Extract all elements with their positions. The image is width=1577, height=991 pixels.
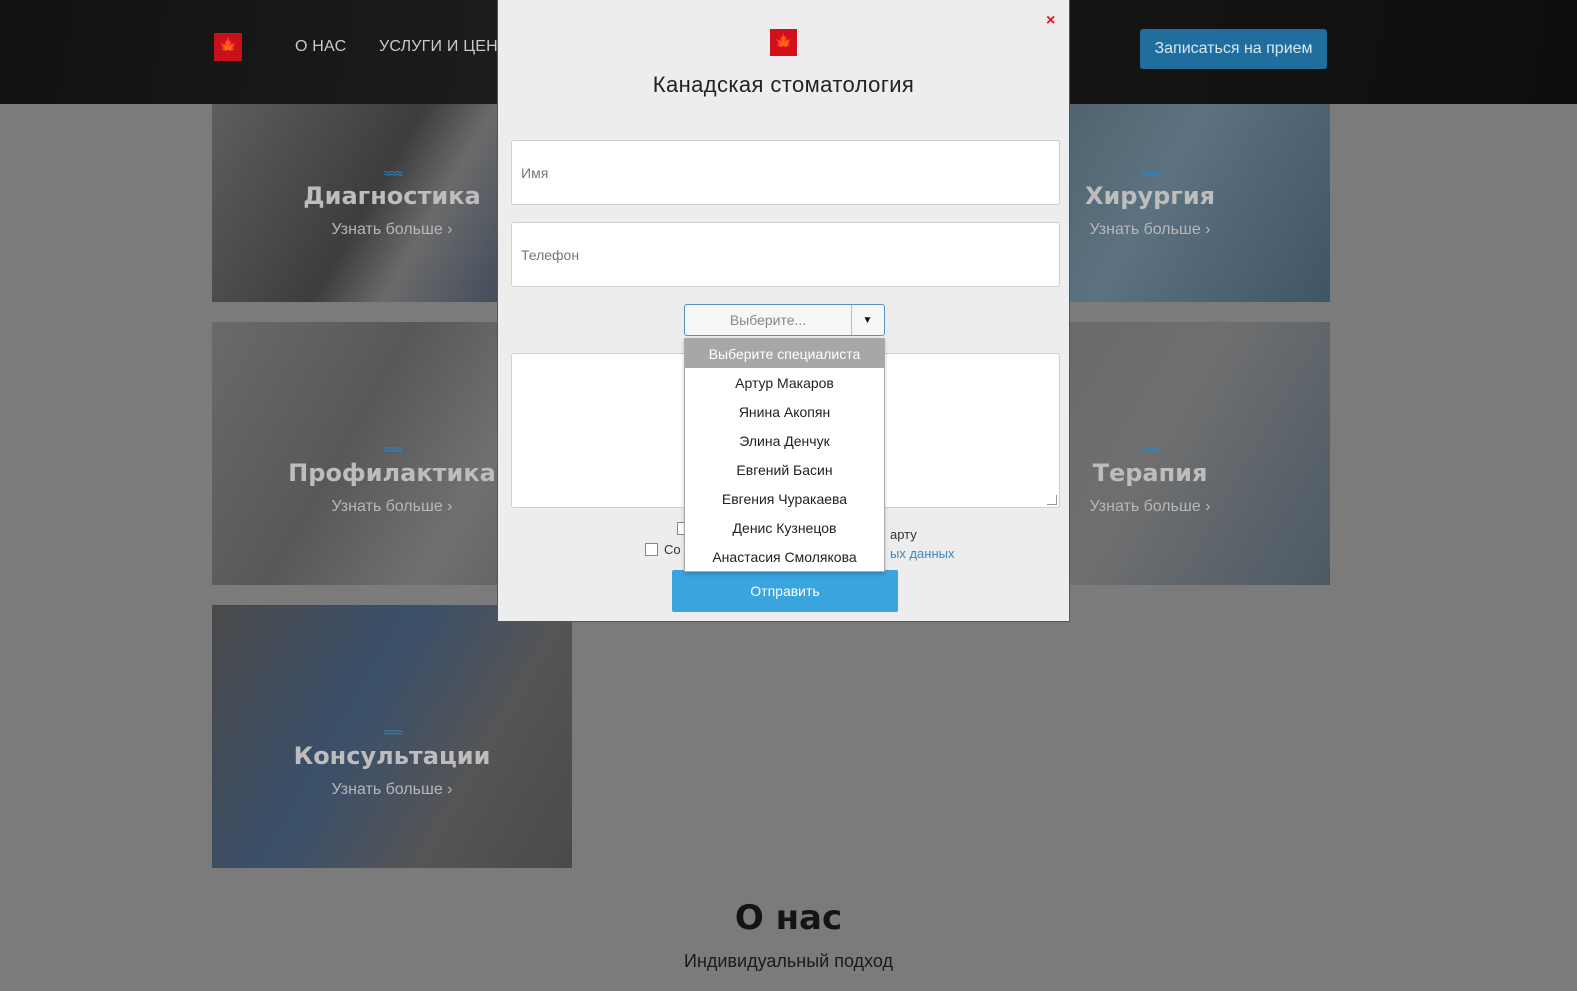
personal-data-link[interactable]: ых данных xyxy=(890,546,954,561)
phone-input[interactable]: Телефон xyxy=(511,222,1060,287)
name-placeholder: Имя xyxy=(521,164,549,181)
tile-title: Консультации xyxy=(293,742,491,770)
consent-text-1: арту xyxy=(890,527,917,542)
service-tile-consultations[interactable]: ≈≈≈ Консультации Узнать больше › xyxy=(212,605,572,868)
consent-checkbox-2[interactable]: Со xyxy=(645,542,681,557)
tile-more-link[interactable]: Узнать больше › xyxy=(212,781,572,799)
waves-icon: ≈≈≈ xyxy=(1141,165,1160,181)
book-appointment-button[interactable]: Записаться на прием xyxy=(1140,29,1327,69)
option-specialist[interactable]: Евгения Чуракаева xyxy=(685,484,884,513)
resize-handle-icon[interactable] xyxy=(1047,495,1057,505)
checkbox-icon[interactable] xyxy=(645,543,658,556)
nav-services[interactable]: УСЛУГИ И ЦЕНЫ xyxy=(379,38,512,56)
consent-label-2: Со xyxy=(664,542,681,557)
option-specialist[interactable]: Денис Кузнецов xyxy=(685,513,884,542)
waves-icon: ≈≈≈ xyxy=(1141,441,1160,457)
logo-canada-flag[interactable]: 🍁 xyxy=(214,33,242,61)
modal-canada-flag: 🍁 xyxy=(770,29,797,56)
close-icon[interactable]: × xyxy=(1046,12,1055,30)
appointment-modal: × 🍁 Канадская стоматология Имя Телефон а… xyxy=(497,0,1070,622)
option-specialist[interactable]: Артур Макаров xyxy=(685,368,884,397)
maple-leaf-icon: 🍁 xyxy=(218,38,238,55)
submit-button[interactable]: Отправить xyxy=(672,570,898,612)
waves-icon: ≈≈≈ xyxy=(383,724,402,740)
option-specialist[interactable]: Анастасия Смолякова xyxy=(685,542,884,571)
modal-title: Канадская стоматология xyxy=(652,72,915,97)
select-value: Выберите... xyxy=(685,305,852,335)
option-specialist[interactable]: Янина Акопян xyxy=(685,397,884,426)
name-input[interactable]: Имя xyxy=(511,140,1060,205)
specialist-select[interactable]: Выберите... ▼ xyxy=(684,304,885,336)
about-subheading: Индивидуальный подход xyxy=(684,951,893,971)
nav-about[interactable]: О НАС xyxy=(295,38,346,56)
specialist-dropdown: Выберите специалиста Артур Макаров Янина… xyxy=(684,338,885,572)
phone-placeholder: Телефон xyxy=(521,246,580,263)
waves-icon: ≈≈≈ xyxy=(383,165,402,181)
option-specialist[interactable]: Евгений Басин xyxy=(685,455,884,484)
chevron-down-icon[interactable]: ▼ xyxy=(851,305,884,335)
maple-leaf-icon: 🍁 xyxy=(773,33,794,51)
option-placeholder[interactable]: Выберите специалиста xyxy=(685,339,884,368)
option-specialist[interactable]: Элина Денчук xyxy=(685,426,884,455)
waves-icon: ≈≈≈ xyxy=(383,441,402,457)
about-heading: О нас xyxy=(734,898,843,938)
